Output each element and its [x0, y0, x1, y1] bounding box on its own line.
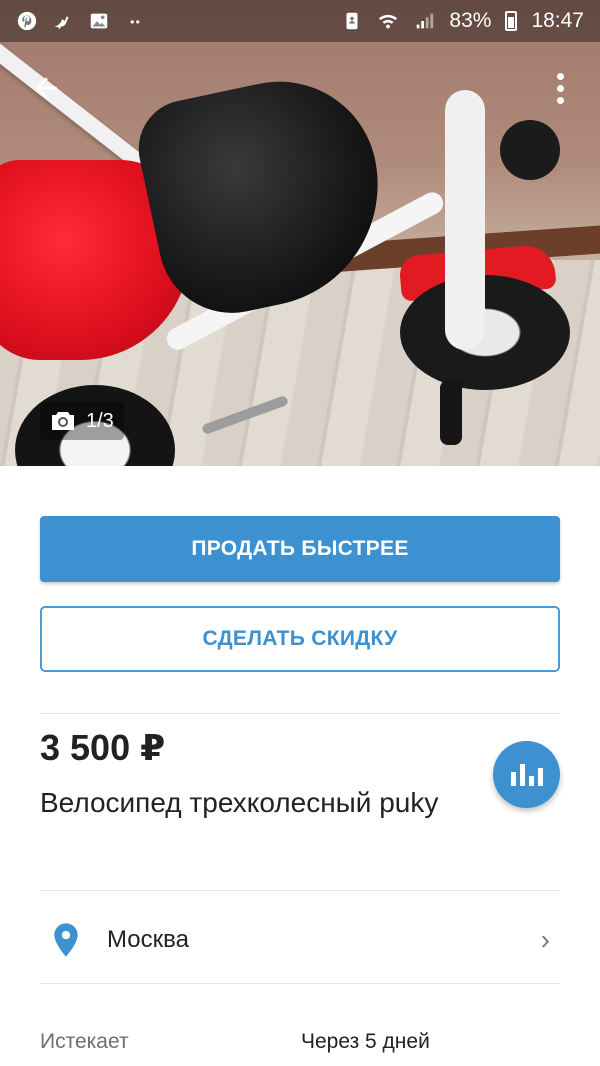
photo-front-wheel [400, 275, 570, 390]
expires-value: Через 5 дней [301, 1030, 430, 1053]
photo-grip [500, 120, 560, 180]
more-options-button[interactable] [540, 66, 580, 110]
bar-chart-icon [510, 772, 516, 786]
dots-icon [130, 20, 140, 24]
make-discount-button[interactable]: СДЕЛАТЬ СКИДКУ [40, 606, 560, 672]
listing-photo[interactable] [0, 0, 600, 466]
status-time: 18:47 [531, 9, 584, 32]
more-vertical-dot [556, 96, 564, 104]
sell-faster-button[interactable]: ПРОДАТЬ БЫСТРЕЕ [40, 516, 560, 582]
bar-chart-bar [537, 768, 543, 786]
divider [40, 890, 560, 891]
pinterest-icon [17, 11, 37, 31]
photo-counter: 1/3 [40, 402, 124, 440]
listing-price: 3 500 ₽ [40, 727, 166, 768]
signal-icon [417, 13, 434, 29]
listing-title: Велосипед трехколесный puky [40, 787, 439, 818]
arrow-left-icon [35, 77, 57, 99]
photo-counter-text: 1/3 [86, 409, 114, 432]
photo-pedal [440, 380, 462, 445]
bird-icon [54, 16, 69, 30]
more-vertical-icon [556, 72, 564, 80]
status-bar: 83% 18:47 [0, 0, 600, 42]
more-vertical-dot [556, 84, 564, 92]
chevron-right-icon: › [540, 924, 550, 955]
battery-icon [505, 11, 518, 31]
stats-button[interactable] [493, 741, 560, 808]
location-city: Москва [107, 926, 189, 953]
back-button[interactable] [22, 64, 70, 112]
divider [40, 983, 560, 984]
battery-percent: 83% [449, 9, 492, 32]
bar-chart-bar [519, 764, 525, 786]
expires-label: Истекает [40, 1030, 129, 1053]
status-right-icons: 83% 18:47 [341, 9, 584, 33]
recycle-battery-icon [346, 12, 358, 30]
photo-fork [445, 90, 485, 350]
camera-icon [52, 412, 74, 430]
map-pin-icon [54, 923, 78, 957]
bar-chart-bar [528, 776, 534, 786]
wifi-icon [379, 14, 398, 29]
image-icon [90, 13, 108, 29]
location-row[interactable]: Москва › [40, 900, 560, 980]
divider [40, 713, 560, 714]
status-left-icons [16, 10, 146, 32]
